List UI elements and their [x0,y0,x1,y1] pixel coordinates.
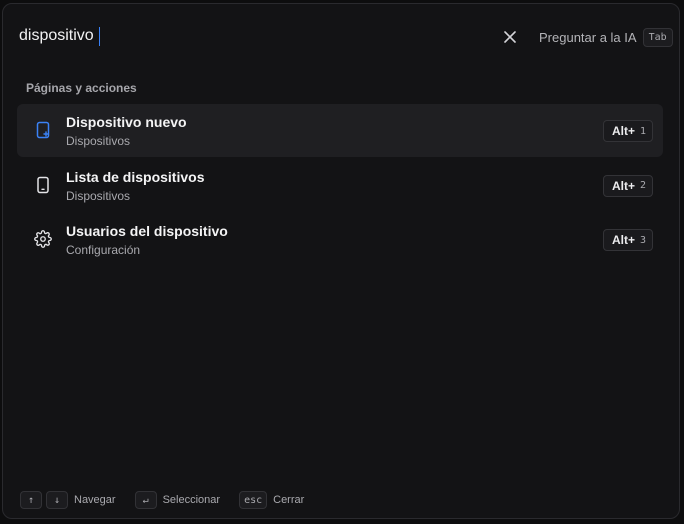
arrow-down-key: ↓ [46,491,68,509]
shortcut-hint: Alt+ 1 [602,120,653,142]
shortcut-number: 2 [639,180,646,191]
tab-key-hint: Tab [642,27,673,47]
footer-hints: ↑ ↓ Navegar ↵ Seleccionar esc Cerrar [20,490,304,510]
result-item-device-users[interactable]: Usuarios del dispositivo Configuración A… [17,213,663,266]
shortcut-hint: Alt+ 2 [602,174,653,197]
text-caret [99,27,100,46]
result-item-new-device[interactable]: Dispositivo nuevo Dispositivos Alt+ 1 [17,104,663,157]
result-title: Lista de dispositivos [66,168,205,185]
result-subtitle: Configuración [66,243,141,257]
enter-key: ↵ [134,491,157,509]
command-palette: Preguntar a la IA Tab Páginas y acciones… [2,3,680,519]
phone-icon [33,175,53,195]
close-icon [504,31,516,43]
result-subtitle: Dispositivos [66,188,131,203]
ask-ai-label: Preguntar a la IA [539,29,637,45]
shortcut-modifier: Alt+ [611,233,635,247]
result-title: Usuarios del dispositivo [66,223,228,239]
new-device-icon [33,120,53,140]
shortcut-modifier: Alt+ [611,124,635,138]
result-item-device-list[interactable]: Lista de dispositivos Dispositivos Alt+ … [17,159,663,212]
shortcut-number: 3 [639,234,646,246]
close-label: Cerrar [273,494,305,506]
result-subtitle: Dispositivos [66,134,131,148]
shortcut-number: 1 [639,125,646,137]
navigate-label: Navegar [74,494,116,506]
shortcut-hint: Alt+ 3 [602,229,653,251]
esc-key: esc [239,491,268,509]
select-label: Seleccionar [162,494,221,506]
section-title: Páginas y acciones [26,81,137,95]
arrow-up-key: ↑ [20,491,42,509]
gear-icon [33,229,53,249]
ask-ai-button[interactable]: Preguntar a la IA Tab [539,26,673,48]
result-title: Dispositivo nuevo [66,114,187,130]
shortcut-modifier: Alt+ [611,178,635,193]
results-list: Dispositivo nuevo Dispositivos Alt+ 1 Li… [17,104,663,268]
search-input[interactable] [19,24,479,48]
search-bar: Preguntar a la IA Tab [3,4,679,70]
clear-search-button[interactable] [499,26,521,48]
